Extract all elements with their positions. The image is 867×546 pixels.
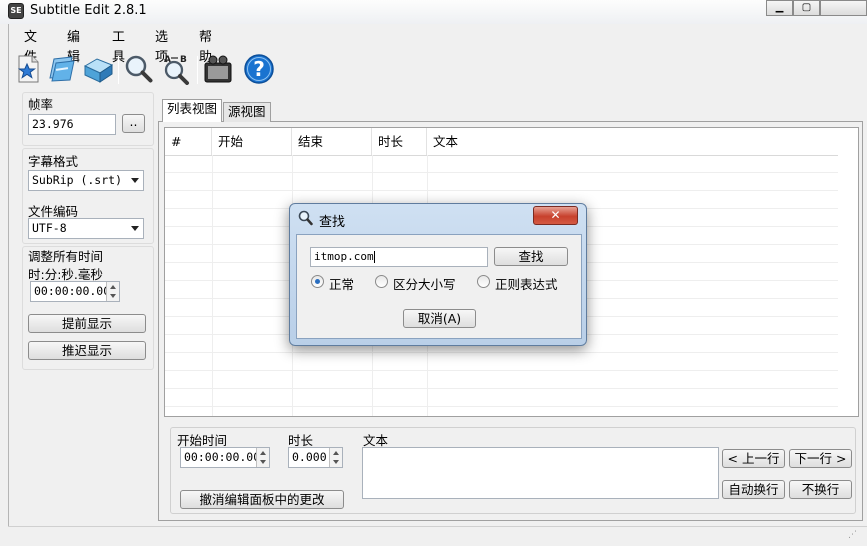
auto-wrap-button[interactable]: 自动换行 <box>722 480 785 499</box>
close-icon: ✕ <box>550 208 561 222</box>
show-later-button[interactable]: 推迟显示 <box>28 341 146 360</box>
radio-regex[interactable] <box>477 275 490 288</box>
radio-normal-label: 正常 <box>329 277 355 292</box>
previous-line-button[interactable]: < 上一行 <box>722 449 785 468</box>
column-end[interactable]: 结束 <box>292 128 372 155</box>
dialog-title: 查找 <box>319 215 346 230</box>
adjust-time-input[interactable]: 00:00:00.000 <box>30 281 120 302</box>
start-time-input[interactable]: 00:00:00.000 <box>180 447 270 468</box>
framerate-label: 帧率 <box>28 97 54 112</box>
encoding-select[interactable]: UTF-8 <box>28 218 144 239</box>
duration-input[interactable]: 0.000 <box>288 447 343 468</box>
subtitle-format-value: SubRip (.srt) <box>32 173 123 187</box>
window-title: Subtitle Edit 2.8.1 <box>30 3 147 18</box>
save-file-icon[interactable] <box>82 52 114 86</box>
chevron-down-icon <box>131 178 139 183</box>
close-window-button[interactable] <box>820 0 867 16</box>
title-bar: SE Subtitle Edit 2.8.1 ▁ ▢ <box>0 0 867 24</box>
replace-icon[interactable]: AB <box>160 52 192 86</box>
help-icon[interactable]: ? <box>243 52 275 86</box>
column-number[interactable]: # <box>165 128 212 155</box>
subtitle-text-area[interactable] <box>362 447 719 499</box>
column-text[interactable]: 文本 <box>427 128 839 155</box>
grid-line <box>165 172 839 173</box>
spin-down-icon <box>110 294 116 298</box>
new-file-icon[interactable] <box>12 52 44 86</box>
grid-line <box>165 406 839 407</box>
search-value: itmop.com <box>314 250 374 263</box>
resize-grip-icon[interactable]: ⋰ <box>848 530 862 544</box>
tab-list-view[interactable]: 列表视图 <box>162 99 223 122</box>
spin-up-icon <box>110 285 116 289</box>
start-time-value: 00:00:00.000 <box>184 450 268 464</box>
svg-text:B: B <box>180 55 187 65</box>
search-input[interactable]: itmop.com <box>310 247 488 267</box>
menu-file[interactable]: 文件 <box>24 28 37 65</box>
spin-up-icon <box>260 451 266 455</box>
unwrap-button[interactable]: 不换行 <box>789 480 852 499</box>
status-bar <box>8 526 867 546</box>
toolbar-separator <box>197 56 198 84</box>
adjust-time-label: 调整所有时间 <box>28 249 104 264</box>
radio-case-sensitive-label: 区分大小写 <box>393 277 456 292</box>
maximize-button[interactable]: ▢ <box>793 0 820 16</box>
menu-options[interactable]: 选项 <box>155 28 168 65</box>
find-dialog: 查找 ✕ itmop.com 查找 正常 区分大小写 正则表达式 取消(A) <box>289 203 587 346</box>
text-cursor <box>373 251 375 263</box>
next-line-button[interactable]: 下一行 > <box>789 449 852 468</box>
app-icon: SE <box>8 3 24 19</box>
spin-up-icon <box>333 451 339 455</box>
duration-spinner[interactable] <box>329 448 342 467</box>
radio-normal[interactable] <box>311 275 324 288</box>
dialog-body: itmop.com 查找 正常 区分大小写 正则表达式 取消(A) <box>296 234 582 339</box>
chevron-down-icon <box>131 226 139 231</box>
grid-line <box>165 388 839 389</box>
grid-scrollbar[interactable] <box>838 128 858 416</box>
framerate-input[interactable]: 23.976 <box>28 114 116 135</box>
find-icon <box>298 210 313 226</box>
video-icon[interactable] <box>202 52 234 86</box>
cancel-button[interactable]: 取消(A) <box>403 309 476 328</box>
menu-edit[interactable]: 编辑 <box>67 28 80 65</box>
menu-help[interactable]: 帮助 <box>199 28 212 65</box>
menu-tools[interactable]: 工具 <box>112 28 125 65</box>
header-divider <box>165 155 839 156</box>
grid-line <box>165 352 839 353</box>
svg-text:?: ? <box>253 57 265 81</box>
start-time-spinner[interactable] <box>256 448 269 467</box>
grid-line <box>165 190 839 191</box>
radio-regex-label: 正则表达式 <box>495 277 558 292</box>
encoding-value: UTF-8 <box>32 221 67 235</box>
grid-line <box>212 155 213 416</box>
undo-editor-changes-button[interactable]: 撤消编辑面板中的更改 <box>180 490 344 509</box>
column-duration[interactable]: 时长 <box>372 128 427 155</box>
format-label: 字幕格式 <box>28 154 79 169</box>
find-button[interactable]: 查找 <box>494 247 568 266</box>
find-icon[interactable] <box>123 52 155 86</box>
subtitle-format-select[interactable]: SubRip (.srt) <box>28 170 144 191</box>
open-file-icon[interactable] <box>46 52 78 86</box>
close-dialog-button[interactable]: ✕ <box>533 206 578 225</box>
framerate-more-button[interactable]: .. <box>122 114 145 133</box>
duration-value: 0.000 <box>292 450 327 464</box>
adjust-time-value: 00:00:00.000 <box>34 284 118 298</box>
tab-source-view[interactable]: 源视图 <box>223 102 271 122</box>
grid-line <box>165 370 839 371</box>
adjust-time-spinner[interactable] <box>106 282 119 301</box>
minimize-button[interactable]: ▁ <box>766 0 793 16</box>
show-earlier-button[interactable]: 提前显示 <box>28 314 146 333</box>
spin-down-icon <box>260 460 266 464</box>
spin-down-icon <box>333 460 339 464</box>
toolbar-separator <box>118 56 119 84</box>
column-start[interactable]: 开始 <box>212 128 292 155</box>
radio-case-sensitive[interactable] <box>375 275 388 288</box>
